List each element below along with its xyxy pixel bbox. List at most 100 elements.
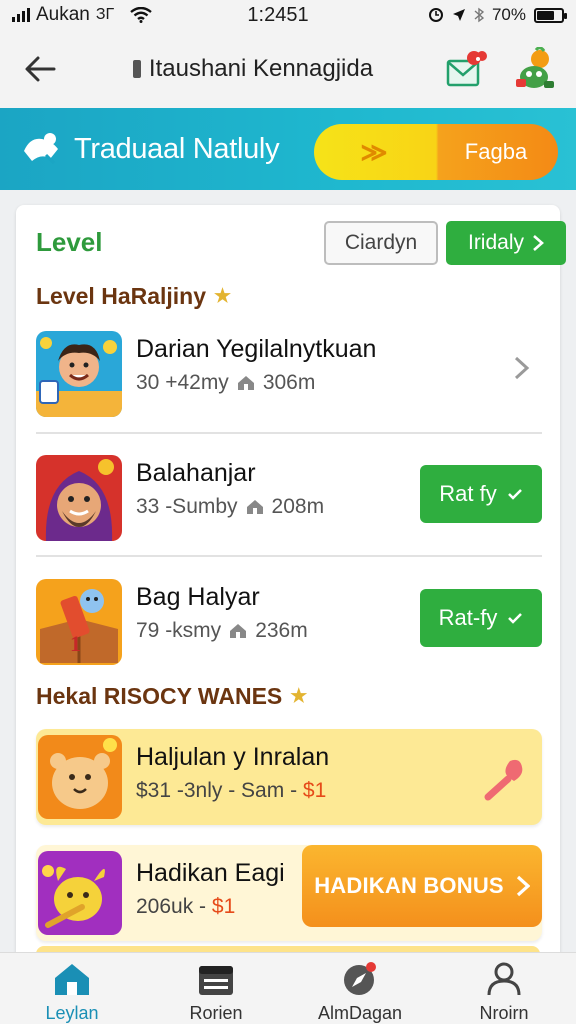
section-title-rewards: Hekal RISOCY WANES ★ <box>36 683 307 710</box>
game-avatar-icon: 1 <box>36 579 122 665</box>
chevron-right-icon[interactable] <box>506 353 536 383</box>
house-icon <box>230 624 247 638</box>
profile-icon <box>487 962 521 996</box>
game-thumbnail <box>36 455 122 541</box>
mail-icon <box>446 51 487 87</box>
game-thumbnail <box>36 331 122 417</box>
tab-compass[interactable]: AlmDagan <box>288 953 432 1024</box>
mascot-avatar-icon <box>516 46 554 88</box>
game-thumbnail: 1 <box>36 579 122 665</box>
check-icon <box>507 489 522 500</box>
svg-text:1: 1 <box>70 631 81 656</box>
section-title-level: Level HaRaljiny ★ <box>36 283 231 310</box>
tab-calendar[interactable]: Rorien <box>144 953 288 1024</box>
promo-banner: Traduaal Natluly ≫ Fagba <box>0 108 576 190</box>
avatar[interactable] <box>514 46 558 91</box>
document-icon <box>132 60 141 78</box>
rate-button[interactable]: Rat fy <box>420 465 542 523</box>
tab-profile-label: Nroirn <box>479 1003 529 1023</box>
card-header: Level Ciardyn Iridaly <box>36 221 566 265</box>
item-meta: 79 -ksmy 236m <box>136 619 308 643</box>
game-avatar-icon <box>36 331 122 417</box>
promo-name: Hadikan Eagi <box>136 859 285 887</box>
promo-meta: 206uk - $1 <box>136 895 235 919</box>
list-item[interactable]: 1 Bag Halyar 79 -ksmy 236m Rat-fy <box>36 571 542 671</box>
double-arrow-icon: ≫ <box>360 136 388 167</box>
banner-action-label: Fagba <box>464 139 528 164</box>
item-meta: 30 +42my 306m <box>136 371 315 395</box>
banner-title: Traduaal Natluly <box>74 132 280 165</box>
wifi-icon <box>130 7 152 23</box>
alarm-icon <box>428 8 443 22</box>
game-avatar-icon <box>38 735 122 819</box>
star-icon: ★ <box>290 686 308 707</box>
handshake-icon <box>24 133 58 165</box>
back-button[interactable] <box>18 47 62 91</box>
mail-button[interactable] <box>444 47 488 91</box>
outline-filter-button[interactable]: Ciardyn <box>324 221 438 265</box>
list-item[interactable]: Balahanjar 33 -Sumby 208m Rat fy <box>36 447 542 547</box>
game-thumbnail <box>38 851 122 935</box>
tab-calendar-label: Rorien <box>189 1003 243 1023</box>
promo-meta-text: 206uk - <box>136 895 207 918</box>
level-title: Level <box>36 227 103 257</box>
rate-button-label: Rat-fy <box>438 605 498 630</box>
heart-pin-icon[interactable] <box>480 753 528 801</box>
game-avatar-icon <box>36 455 122 541</box>
item-name: Bag Halyar <box>136 583 260 611</box>
green-filter-button[interactable]: Iridaly <box>446 221 566 265</box>
item-meta: 33 -Sumby 208m <box>136 495 324 519</box>
tab-home[interactable]: Leylan <box>0 953 144 1024</box>
list-item[interactable]: Darian Yegilalnytkuan 30 +42my 306m <box>36 323 542 423</box>
item-meta-distance: 306m <box>262 371 316 394</box>
divider <box>36 432 542 434</box>
chevron-right-icon <box>516 875 530 897</box>
page-title-text: Itaushani Kennagjida <box>148 55 374 82</box>
item-meta-count: 30 +42my <box>136 371 229 394</box>
network-label: ЗГ <box>95 6 115 23</box>
game-thumbnail <box>38 735 122 819</box>
bonus-button-label: HADIKAN BONUS <box>314 873 504 898</box>
home-icon <box>55 964 89 995</box>
location-icon <box>452 9 465 21</box>
compass-icon <box>344 962 376 995</box>
item-meta-distance: 208m <box>271 495 325 518</box>
calendar-icon <box>199 966 233 995</box>
promo-item[interactable]: Hadikan Eagi 206uk - $1 HADIKAN BONUS <box>36 845 542 941</box>
battery-icon <box>534 7 567 23</box>
carrier-label: Aukan <box>36 4 90 25</box>
signal-icon <box>12 8 30 22</box>
divider <box>36 555 542 557</box>
page-title: Itaushani Kennagjida <box>62 55 444 83</box>
battery-percent: 70% <box>491 5 526 24</box>
rate-button[interactable]: Rat-fy <box>420 589 542 647</box>
app-header: Itaushani Kennagjida <box>0 30 576 108</box>
status-bar: Aukan ЗГ 1:2451 70% <box>0 0 576 30</box>
game-avatar-icon <box>38 851 122 935</box>
tab-profile[interactable]: Nroirn <box>432 953 576 1024</box>
promo-meta-price: $1 <box>211 895 236 918</box>
item-name: Darian Yegilalnytkuan <box>136 335 377 363</box>
item-meta-count: 33 -Sumby <box>136 495 238 518</box>
promo-item[interactable]: Haljulan y Inralan $31 -3nly - Sam - $1 <box>36 729 542 825</box>
section-title-level-text: Level HaRaljiny <box>36 283 207 309</box>
item-meta-distance: 236m <box>255 619 308 642</box>
clock: 1:2451 <box>247 3 309 26</box>
outline-filter-label: Ciardyn <box>344 231 418 254</box>
tab-compass-label: AlmDagan <box>317 1003 403 1023</box>
arrow-left-icon <box>25 56 56 82</box>
star-icon: ★ <box>214 286 232 307</box>
promo-meta-text: $31 -3nly - Sam - <box>136 779 298 802</box>
promo-meta: $31 -3nly - Sam - $1 <box>136 779 326 803</box>
promo-name: Haljulan y Inralan <box>136 743 330 771</box>
promo-meta-price: $1 <box>302 779 327 802</box>
check-icon <box>508 613 523 624</box>
bonus-button[interactable]: HADIKAN BONUS <box>302 845 542 927</box>
item-name: Balahanjar <box>136 459 256 487</box>
house-icon <box>246 500 263 514</box>
green-filter-label: Iridaly <box>467 231 525 254</box>
item-meta-count: 79 -ksmy <box>136 619 222 642</box>
banner-action-button[interactable]: ≫ Fagba <box>314 124 558 180</box>
chevron-right-icon <box>533 235 544 251</box>
bottom-tab-bar: Leylan Rorien AlmDagan Nroirn <box>0 952 576 1024</box>
